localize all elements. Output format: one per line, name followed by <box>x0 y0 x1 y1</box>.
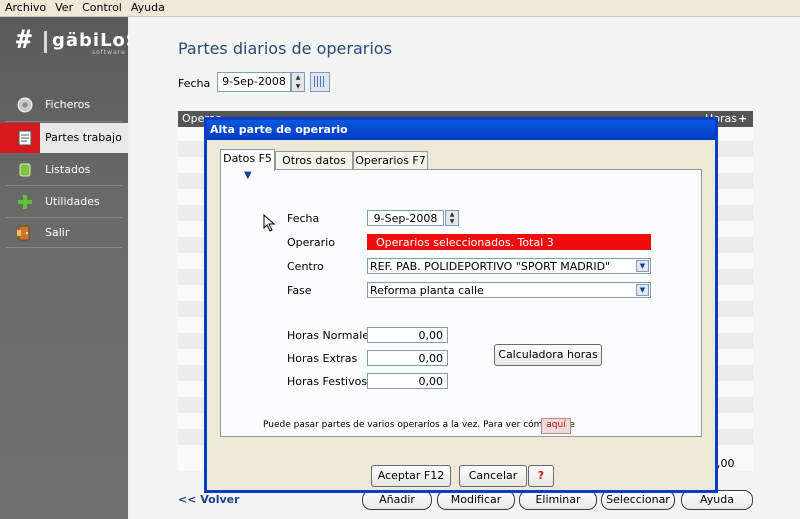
menu-archivo[interactable]: Archivo <box>0 0 50 15</box>
spin-down-icon[interactable]: ▼ <box>292 82 304 91</box>
dialog-fecha-input[interactable]: 9-Sep-2008 <box>367 210 444 226</box>
calculadora-horas-button[interactable]: Calculadora horas <box>494 344 602 366</box>
fase-select[interactable]: Reforma planta calle ▼ <box>367 282 651 298</box>
operario-field[interactable]: Operarios seleccionados. Total 3 <box>367 234 651 250</box>
help-icon: ? <box>537 469 545 482</box>
hint-text: Puede pasar partes de varios operarios a… <box>263 420 575 430</box>
logo-divider <box>44 31 47 53</box>
calendar-button[interactable] <box>310 72 330 92</box>
page-title: Partes diarios de operarios <box>178 39 392 58</box>
centro-value: REF. PAB. POLIDEPORTIVO "SPORT MADRID" <box>370 260 611 273</box>
centro-select[interactable]: REF. PAB. POLIDEPORTIVO "SPORT MADRID" ▼ <box>367 258 651 274</box>
fase-label: Fase <box>287 284 312 297</box>
spin-up-icon[interactable]: ▲ <box>292 73 304 82</box>
fecha-input[interactable]: 9-Sep-2008 <box>217 72 291 92</box>
ayuda-button[interactable]: Ayuda <box>681 490 753 510</box>
listados-icon <box>19 163 31 177</box>
sidebar-item-label: Listados <box>45 163 91 176</box>
fecha-label: Fecha <box>178 77 211 90</box>
menu-bar: Archivo Ver Control Ayuda <box>0 0 800 17</box>
aqui-button[interactable]: aquí <box>541 418 571 434</box>
horas-normales-label: Horas Normales <box>287 329 375 342</box>
centro-label: Centro <box>287 260 324 273</box>
horas-normales-input[interactable]: 0,00 <box>367 327 448 343</box>
logo-name: gäbiLoS <box>52 30 140 51</box>
calendar-icon <box>314 76 326 87</box>
dialog-title[interactable]: Alta parte de operario <box>207 120 715 140</box>
anadir-button[interactable]: Añadir <box>362 490 432 510</box>
logo-hash: # <box>16 25 32 55</box>
grid-total: ,00 <box>717 457 735 470</box>
sidebar-item-ficheros[interactable]: Ficheros <box>0 90 128 120</box>
fase-value: Reforma planta calle <box>370 284 484 297</box>
exit-door-icon <box>17 225 30 241</box>
menu-ver[interactable]: Ver <box>50 0 77 15</box>
fecha-label: Fecha <box>287 212 320 225</box>
horas-extras-label: Horas Extras <box>287 352 358 365</box>
app-logo: # gäbiLoS software <box>14 25 139 61</box>
horas-festivos-label: Horas Festivos <box>287 375 368 388</box>
fecha-spinner[interactable]: ▲ ▼ <box>291 72 305 92</box>
menu-control[interactable]: Control <box>77 0 126 15</box>
alta-parte-dialog: Alta parte de operario Datos F5 Otros da… <box>204 117 718 493</box>
horas-extras-input[interactable]: 0,00 <box>367 350 448 366</box>
sidebar-divider <box>6 247 122 248</box>
sidebar-item-listados[interactable]: Listados <box>0 155 128 185</box>
volver-link[interactable]: << Volver <box>178 493 240 506</box>
cancelar-button[interactable]: Cancelar <box>459 465 527 487</box>
dropdown-icon[interactable]: ▼ <box>636 260 649 272</box>
help-button[interactable]: ? <box>528 465 554 487</box>
grid-add-icon[interactable]: + <box>738 112 747 125</box>
sidebar-item-utilidades[interactable]: Utilidades <box>0 187 128 217</box>
datos-tab-panel: ▼ Fecha 9-Sep-2008 ▲ ▼ Operario Operario… <box>220 169 702 437</box>
sidebar: # gäbiLoS software Ficheros Partes traba… <box>0 17 139 519</box>
sidebar-item-label: Ficheros <box>45 98 91 111</box>
sidebar-item-partes-trabajo[interactable]: Partes trabajo <box>0 123 128 153</box>
sidebar-item-salir[interactable]: Salir <box>0 218 128 248</box>
spin-up-icon[interactable]: ▲ <box>446 211 458 218</box>
tab-otros-datos[interactable]: Otros datos F6 <box>275 151 353 185</box>
sidebar-item-label: Utilidades <box>45 195 100 208</box>
tab-datos[interactable]: Datos F5 <box>220 149 275 171</box>
operario-label: Operario <box>287 236 335 249</box>
ficheros-icon <box>17 97 33 113</box>
tab-operarios[interactable]: Operarios F7 <box>353 151 428 170</box>
horas-festivos-input[interactable]: 0,00 <box>367 373 448 389</box>
eliminar-button[interactable]: Eliminar <box>519 490 597 510</box>
seleccionar-button[interactable]: Seleccionar <box>601 490 675 510</box>
menu-ayuda[interactable]: Ayuda <box>126 0 169 15</box>
sidebar-item-label: Salir <box>45 226 70 239</box>
sidebar-item-label: Partes trabajo <box>45 131 122 144</box>
dropdown-icon[interactable]: ▼ <box>636 284 649 296</box>
sidebar-divider <box>6 185 122 186</box>
logo-subtitle: software <box>92 49 126 56</box>
plus-icon <box>18 195 32 209</box>
partes-trabajo-icon <box>18 130 32 146</box>
sidebar-divider <box>6 121 122 122</box>
dialog-fecha-spinner[interactable]: ▲ ▼ <box>445 210 459 226</box>
spin-down-icon[interactable]: ▼ <box>446 218 458 225</box>
tab-indicator-icon: ▼ <box>244 170 252 181</box>
aceptar-button[interactable]: Aceptar F12 <box>371 465 451 487</box>
mouse-cursor-icon <box>263 214 276 232</box>
modificar-button[interactable]: Modificar <box>437 490 515 510</box>
